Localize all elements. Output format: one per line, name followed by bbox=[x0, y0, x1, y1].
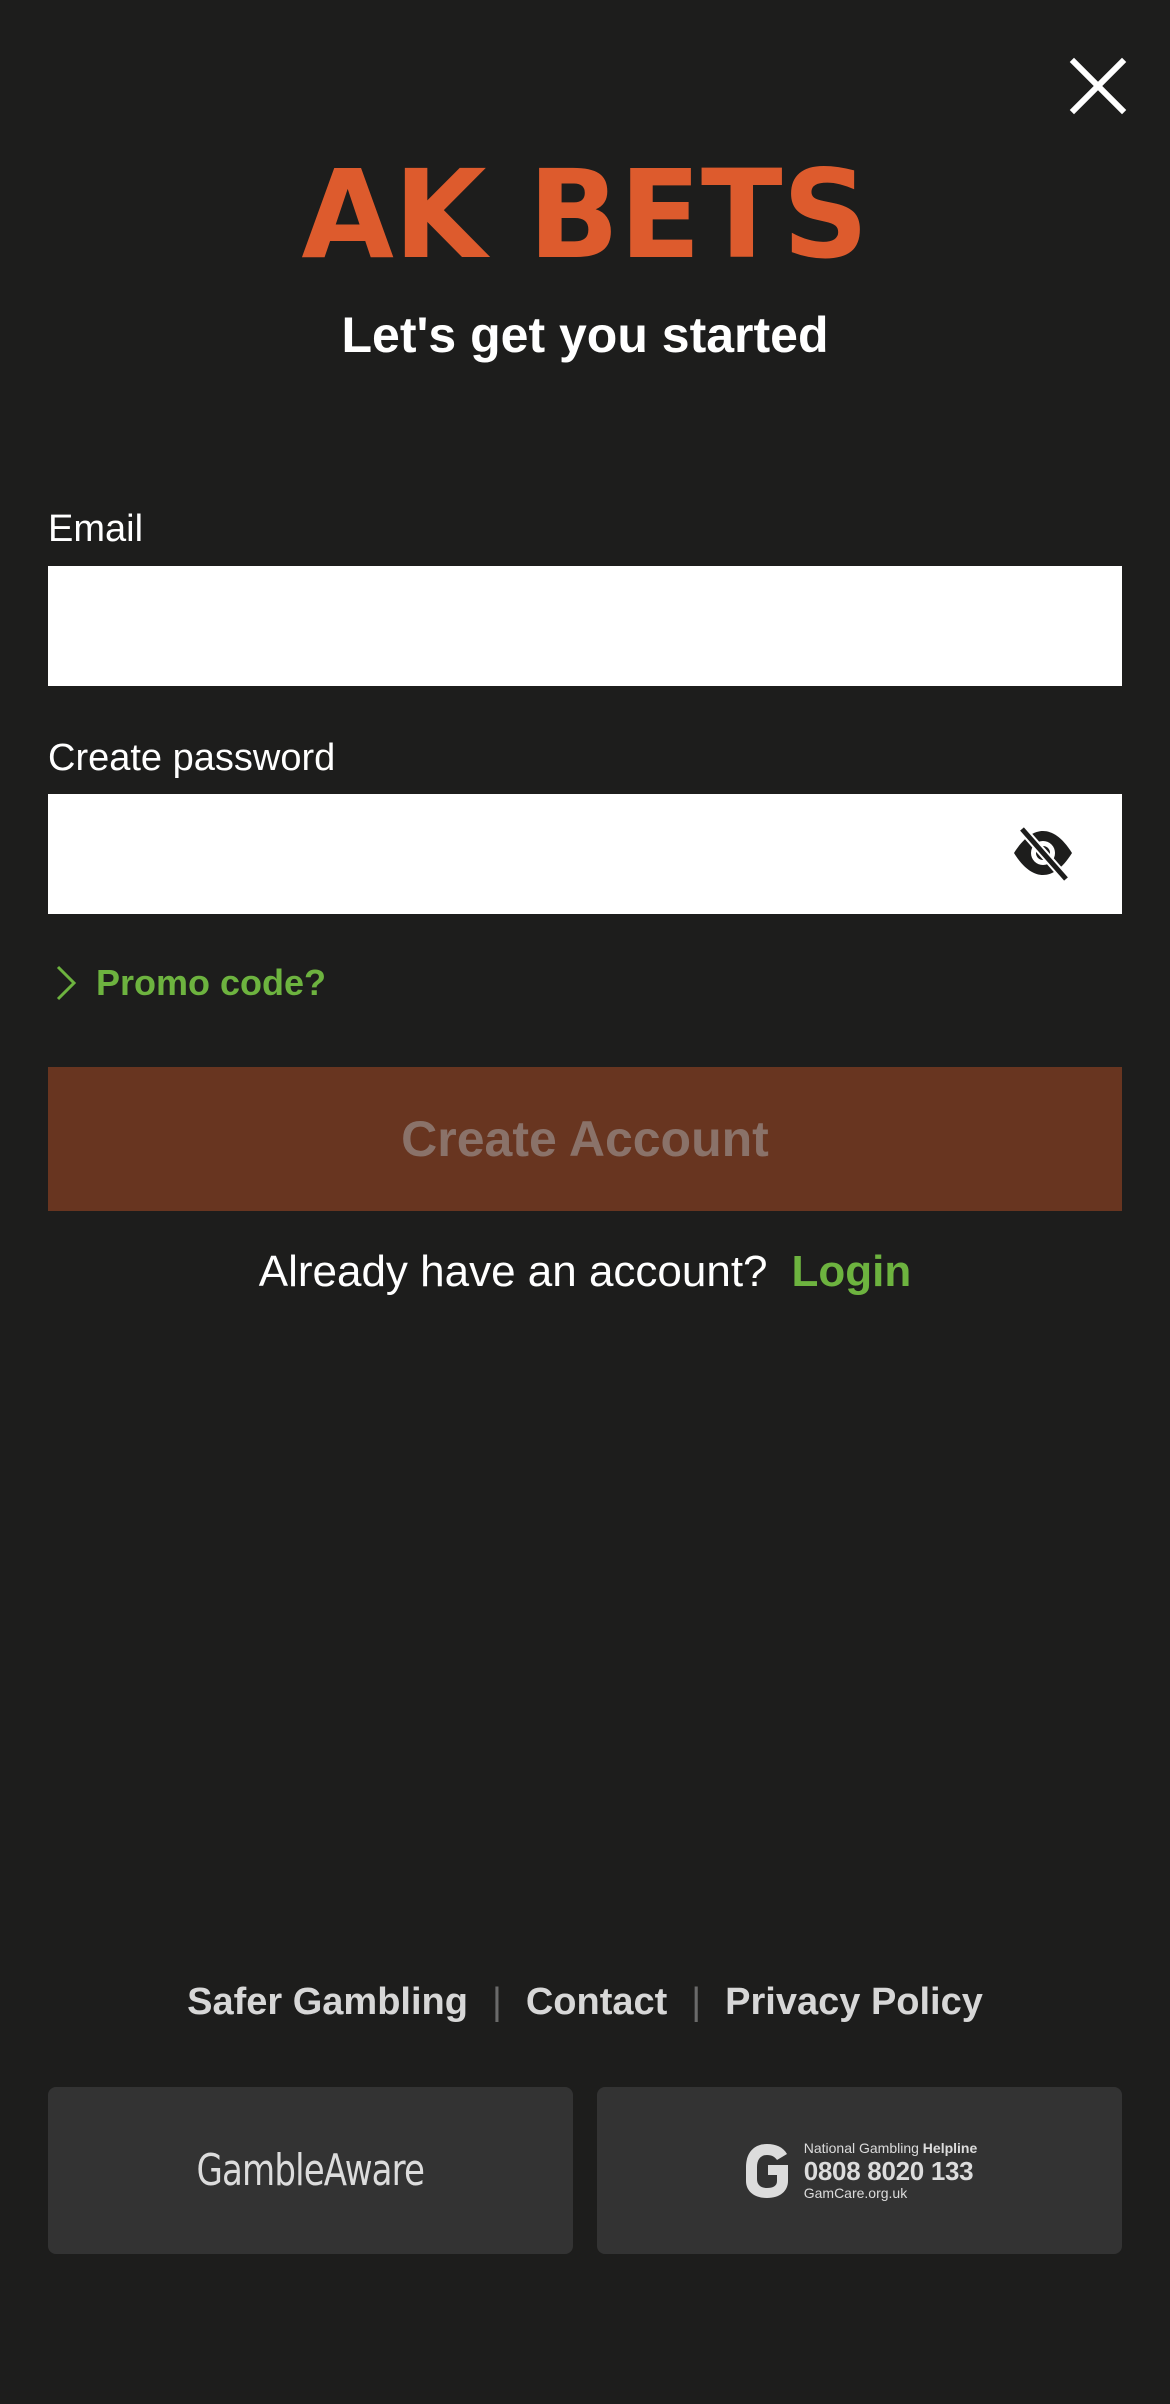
chevron-right-icon bbox=[48, 963, 88, 1003]
footer-separator: | bbox=[691, 1981, 702, 2023]
footer-link-contact[interactable]: Contact bbox=[526, 1981, 667, 2023]
helpline-prefix: National Gambling bbox=[803, 2139, 919, 2156]
footer-link-privacy-policy[interactable]: Privacy Policy bbox=[725, 1981, 983, 2023]
close-button[interactable] bbox=[1068, 56, 1128, 116]
login-link[interactable]: Login bbox=[792, 1247, 912, 1296]
password-visibility-toggle[interactable] bbox=[1010, 823, 1076, 883]
promo-code-label: Promo code? bbox=[96, 962, 327, 1003]
gambleaware-logo: GambleAware bbox=[196, 2145, 425, 2196]
helpline-site: GamCare.org.uk bbox=[803, 2184, 908, 2201]
footer-link-safer-gambling[interactable]: Safer Gambling bbox=[187, 1981, 468, 2023]
promo-code-toggle[interactable]: Promo code? bbox=[48, 958, 326, 1008]
password-label: Create password bbox=[48, 737, 336, 779]
create-account-button[interactable]: Create Account bbox=[48, 1067, 1122, 1211]
brand-logo: AK BETS bbox=[301, 144, 869, 286]
helpline-label: Helpline bbox=[922, 2139, 978, 2156]
helpline-number: 0808 8020 133 bbox=[803, 2155, 974, 2186]
login-prompt: Already have an account? Login bbox=[0, 1240, 1170, 1304]
footer-links: Safer Gambling | Contact | Privacy Policy bbox=[0, 1975, 1170, 2029]
footer-separator: | bbox=[491, 1981, 502, 2023]
eye-off-icon bbox=[1014, 826, 1072, 882]
password-field[interactable] bbox=[48, 794, 1122, 914]
email-label: Email bbox=[48, 508, 144, 550]
gambleaware-badge[interactable]: GambleAware bbox=[48, 2087, 573, 2254]
email-field[interactable] bbox=[48, 566, 1122, 686]
login-prompt-text: Already have an account? bbox=[258, 1247, 768, 1296]
close-icon bbox=[1069, 57, 1127, 115]
gamcare-logo-icon bbox=[742, 2141, 792, 2201]
helpline-badge[interactable]: National Gambling Helpline 0808 8020 133… bbox=[597, 2087, 1122, 2254]
page-title: Let's get you started bbox=[341, 307, 829, 363]
